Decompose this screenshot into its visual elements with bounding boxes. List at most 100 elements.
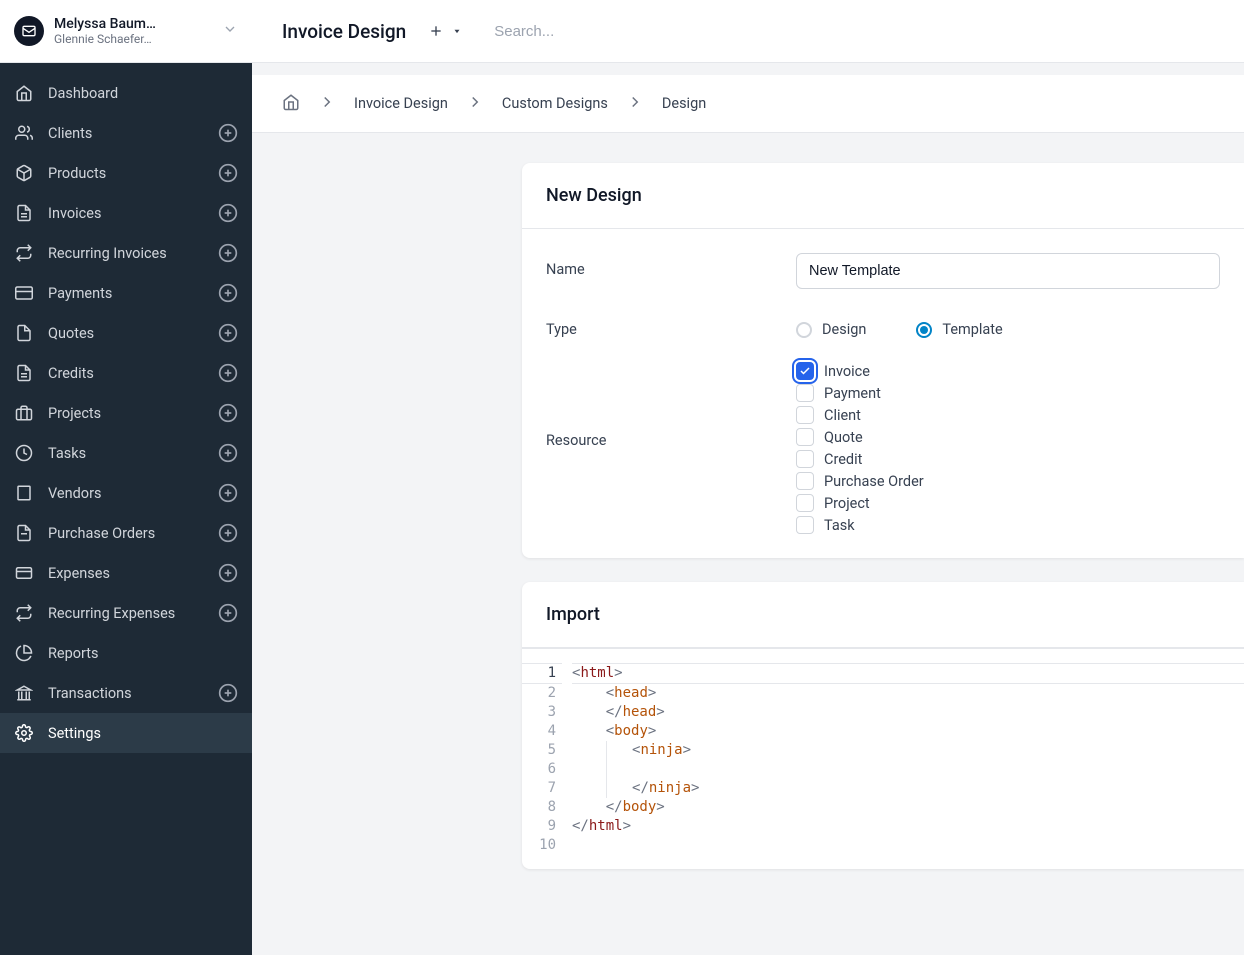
sidebar-item-label: Expenses [48, 565, 218, 582]
topbar: Invoice Design [252, 0, 1244, 63]
add-invoice-button[interactable] [218, 203, 238, 223]
user-secondary-name: Glennie Schaefer… [54, 32, 222, 46]
users-icon [14, 123, 34, 143]
add-payment-button[interactable] [218, 283, 238, 303]
account-switcher[interactable]: Melyssa Baum… Glennie Schaefer… [0, 0, 252, 63]
plus-icon [428, 23, 444, 39]
briefcase-icon [14, 403, 34, 423]
sidebar-item-settings[interactable]: Settings [0, 713, 252, 753]
gear-icon [14, 723, 34, 743]
sidebar-item-label: Dashboard [48, 85, 238, 102]
resource-checkbox-task[interactable]: Task [796, 516, 1220, 534]
checkbox-label: Quote [824, 429, 863, 446]
sidebar-item-recurring-expenses[interactable]: Recurring Expenses [0, 593, 252, 633]
repeat-icon [14, 243, 34, 263]
new-design-card: New Design Name Type [522, 163, 1244, 558]
sidebar-item-recurring-invoices[interactable]: Recurring Invoices [0, 233, 252, 273]
type-label: Type [546, 313, 796, 338]
new-action-menu[interactable] [428, 23, 462, 39]
sidebar-item-projects[interactable]: Projects [0, 393, 252, 433]
add-vendor-button[interactable] [218, 483, 238, 503]
checkbox-icon [796, 494, 814, 512]
sidebar-nav: Dashboard Clients Products Invoices Recu… [0, 63, 252, 955]
type-radio-design[interactable]: Design [796, 321, 866, 338]
checkbox-icon [796, 428, 814, 446]
file-icon [14, 363, 34, 383]
checkbox-icon [796, 516, 814, 534]
name-input[interactable] [796, 253, 1220, 289]
sidebar-item-quotes[interactable]: Quotes [0, 313, 252, 353]
sidebar-item-label: Transactions [48, 685, 218, 702]
add-recurring-expense-button[interactable] [218, 603, 238, 623]
add-purchase-order-button[interactable] [218, 523, 238, 543]
type-radio-template[interactable]: Template [916, 321, 1002, 338]
add-client-button[interactable] [218, 123, 238, 143]
main-content: Invoice Design Invoice Design Custom Des… [252, 0, 1244, 955]
user-primary-name: Melyssa Baum… [54, 16, 222, 32]
radio-label: Design [822, 321, 866, 338]
import-card: Import 1 2345 678910 <html> <head> </hea… [522, 582, 1244, 869]
chevron-down-icon [222, 21, 238, 41]
code-editor[interactable]: 1 2345 678910 <html> <head> </head> <bod… [522, 648, 1244, 869]
sidebar-item-products[interactable]: Products [0, 153, 252, 193]
radio-label: Template [942, 321, 1002, 338]
sidebar-item-transactions[interactable]: Transactions [0, 673, 252, 713]
resource-checkbox-project[interactable]: Project [796, 494, 1220, 512]
repeat-icon [14, 603, 34, 623]
resource-checkbox-client[interactable]: Client [796, 406, 1220, 424]
breadcrumb-item[interactable]: Design [662, 95, 706, 112]
resource-checkbox-invoice[interactable]: Invoice [796, 362, 1220, 380]
add-expense-button[interactable] [218, 563, 238, 583]
sidebar-item-label: Products [48, 165, 218, 182]
sidebar-item-label: Settings [48, 725, 238, 742]
sidebar-item-invoices[interactable]: Invoices [0, 193, 252, 233]
add-product-button[interactable] [218, 163, 238, 183]
file-icon [14, 523, 34, 543]
box-icon [14, 163, 34, 183]
sidebar-item-label: Payments [48, 285, 218, 302]
sidebar-item-label: Tasks [48, 445, 218, 462]
sidebar-item-clients[interactable]: Clients [0, 113, 252, 153]
breadcrumb-item[interactable]: Invoice Design [354, 95, 448, 112]
sidebar: Melyssa Baum… Glennie Schaefer… Dashboar… [0, 0, 252, 955]
sidebar-item-credits[interactable]: Credits [0, 353, 252, 393]
sidebar-item-dashboard[interactable]: Dashboard [0, 73, 252, 113]
add-project-button[interactable] [218, 403, 238, 423]
sidebar-item-tasks[interactable]: Tasks [0, 433, 252, 473]
sidebar-item-payments[interactable]: Payments [0, 273, 252, 313]
sidebar-item-label: Invoices [48, 205, 218, 222]
bank-icon [14, 683, 34, 703]
sidebar-item-label: Credits [48, 365, 218, 382]
clock-icon [14, 443, 34, 463]
breadcrumb-item[interactable]: Custom Designs [502, 95, 608, 112]
sidebar-item-expenses[interactable]: Expenses [0, 553, 252, 593]
resource-checkbox-payment[interactable]: Payment [796, 384, 1220, 402]
name-label: Name [546, 253, 796, 278]
home-icon[interactable] [282, 93, 300, 115]
sidebar-item-label: Projects [48, 405, 218, 422]
add-recurring-invoice-button[interactable] [218, 243, 238, 263]
checkbox-label: Invoice [824, 363, 870, 380]
sidebar-item-label: Quotes [48, 325, 218, 342]
add-task-button[interactable] [218, 443, 238, 463]
checkbox-label: Purchase Order [824, 473, 924, 490]
sidebar-item-vendors[interactable]: Vendors [0, 473, 252, 513]
resource-checkbox-purchase-order[interactable]: Purchase Order [796, 472, 1220, 490]
card-header: Import [522, 582, 1244, 648]
resource-checkbox-credit[interactable]: Credit [796, 450, 1220, 468]
home-icon [14, 83, 34, 103]
search-input[interactable] [494, 23, 794, 40]
sidebar-item-label: Clients [48, 125, 218, 142]
add-credit-button[interactable] [218, 363, 238, 383]
sidebar-item-reports[interactable]: Reports [0, 633, 252, 673]
file-icon [14, 323, 34, 343]
checkbox-label: Client [824, 407, 861, 424]
checkbox-label: Credit [824, 451, 862, 468]
checkbox-label: Task [824, 517, 855, 534]
sidebar-item-purchase-orders[interactable]: Purchase Orders [0, 513, 252, 553]
code-content[interactable]: <html> <head> </head> <body> <ninja> </n… [572, 649, 1244, 869]
resource-checkbox-quote[interactable]: Quote [796, 428, 1220, 446]
card-header: New Design [522, 163, 1244, 229]
add-quote-button[interactable] [218, 323, 238, 343]
add-transaction-button[interactable] [218, 683, 238, 703]
